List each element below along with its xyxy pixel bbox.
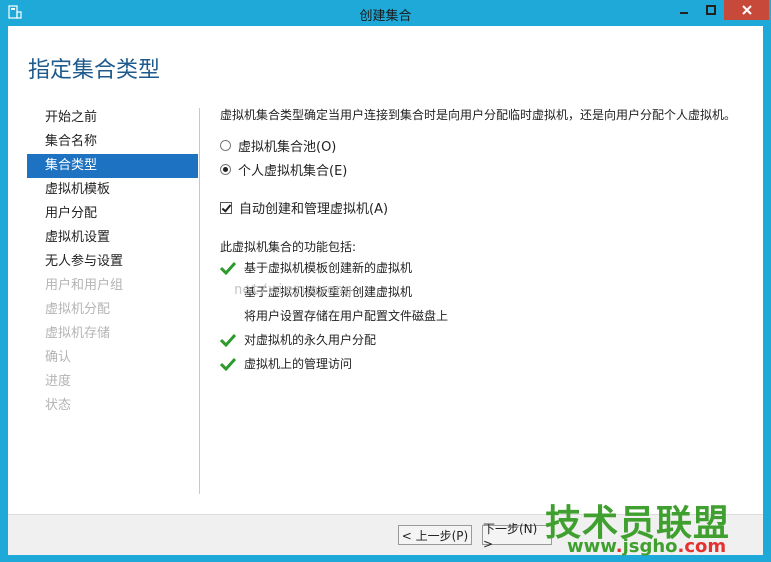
feature-label: 将用户设置存储在用户配置文件磁盘上 <box>244 309 449 323</box>
nav-item-vm-template[interactable]: 虚拟机模板 <box>27 178 198 202</box>
nav-item-results: 状态 <box>45 398 72 413</box>
window-title: 创建集合 <box>359 9 412 24</box>
check-mark-icon <box>220 333 236 347</box>
auto-create-label: 自动创建和管理虚拟机(A) <box>239 202 389 217</box>
nav-item-collection-type[interactable]: 集合类型 <box>27 154 198 178</box>
pooled-collection-option[interactable]: 虚拟机集合池(O) <box>220 136 336 155</box>
feature-item: 对虚拟机的永久用户分配 <box>220 331 376 348</box>
close-button[interactable] <box>724 0 769 20</box>
nav-item-progress: 进度 <box>45 374 72 389</box>
title-bar[interactable]: 创建集合 <box>0 0 771 26</box>
wizard-step-nav: 开始之前 集合名称 集合类型 虚拟机模板 用户分配 虚拟机设置 无人参与设置 用… <box>27 106 198 418</box>
logo-url: www.jsgho.com <box>567 536 727 557</box>
logo-url-prefix: www <box>567 536 616 557</box>
check-mark-icon <box>220 357 236 371</box>
maximize-icon <box>705 5 716 15</box>
personal-collection-label: 个人虚拟机集合(E) <box>238 164 348 179</box>
feature-label: 虚拟机上的管理访问 <box>244 357 353 371</box>
previous-button[interactable]: < 上一步(P) <box>398 525 472 545</box>
collection-type-description: 虚拟机集合类型确定当用户连接到集合时是向用户分配临时虚拟机，还是向用户分配个人虚… <box>220 108 737 122</box>
nav-item-users-and-groups: 用户和用户组 <box>45 278 124 293</box>
nav-item-vm-allocation: 虚拟机分配 <box>45 302 111 317</box>
logo-url-mid: jsgho <box>622 536 678 557</box>
nav-item-unattended-settings[interactable]: 无人参与设置 <box>27 250 198 274</box>
wizard-window: 创建集合 指定集合类型 开始之前 集合名称 集合类型 虚拟机模板 用户分配 虚拟… <box>0 0 771 562</box>
auto-create-checkbox[interactable] <box>220 201 232 214</box>
auto-create-option[interactable]: 自动创建和管理虚拟机(A) <box>220 198 388 217</box>
check-mark-icon <box>220 261 236 275</box>
personal-collection-option[interactable]: 个人虚拟机集合(E) <box>220 160 347 179</box>
feature-label: 基于虚拟机模板创建新的虚拟机 <box>244 261 413 275</box>
feature-label: 对虚拟机的永久用户分配 <box>244 333 377 347</box>
feature-item: 将用户设置存储在用户配置文件磁盘上 <box>220 307 448 324</box>
logo-url-suffix: com <box>684 536 727 557</box>
nav-item-collection-name[interactable]: 集合名称 <box>27 130 198 154</box>
personal-collection-radio[interactable] <box>220 164 231 175</box>
wizard-content: 指定集合类型 开始之前 集合名称 集合类型 虚拟机模板 用户分配 虚拟机设置 无… <box>8 26 763 555</box>
features-title: 此虚拟机集合的功能包括: <box>220 240 357 254</box>
minimize-button[interactable] <box>670 0 697 20</box>
site-logo: 技术员联盟 www.jsgho.com <box>545 494 771 562</box>
close-icon <box>741 5 752 15</box>
pooled-collection-radio[interactable] <box>220 140 231 151</box>
maximize-button[interactable] <box>697 0 724 20</box>
feature-item: 基于虚拟机模板创建新的虚拟机 <box>220 259 412 276</box>
nav-item-confirmation: 确认 <box>45 350 72 365</box>
nav-divider <box>199 108 200 494</box>
next-button[interactable]: 下一步(N) > <box>482 522 552 551</box>
feature-item: 虚拟机上的管理访问 <box>220 355 352 372</box>
feature-label: 基于虚拟机模板重新创建虚拟机 <box>244 285 413 299</box>
nav-item-user-assignment[interactable]: 用户分配 <box>27 202 198 226</box>
page-title: 指定集合类型 <box>28 58 161 83</box>
nav-item-vm-settings[interactable]: 虚拟机设置 <box>27 226 198 250</box>
feature-item: 基于虚拟机模板重新创建虚拟机 <box>220 283 412 300</box>
minimize-icon <box>679 12 688 14</box>
pooled-collection-label: 虚拟机集合池(O) <box>238 140 337 155</box>
nav-item-before-you-begin[interactable]: 开始之前 <box>27 106 198 130</box>
nav-item-vm-storage: 虚拟机存储 <box>45 326 111 341</box>
